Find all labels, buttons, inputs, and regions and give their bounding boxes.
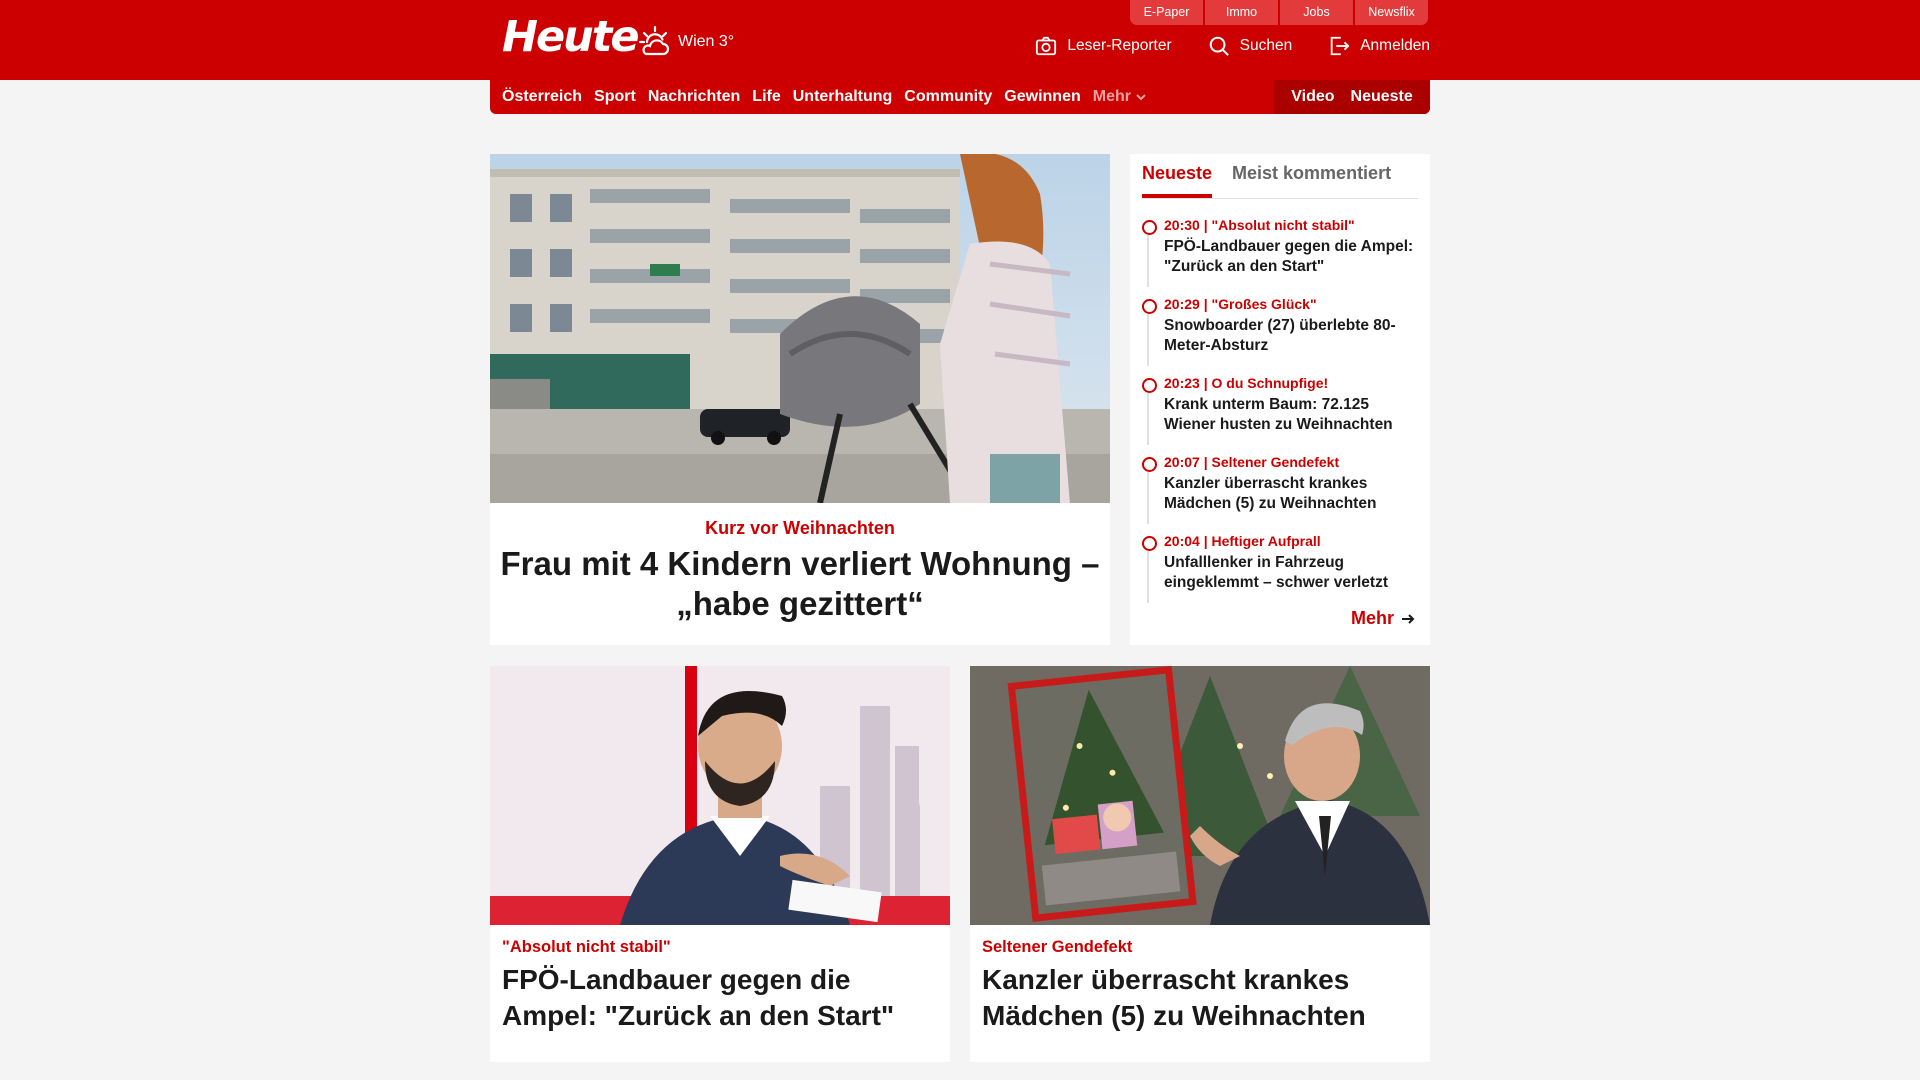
nav-item-gewinnen[interactable]: Gewinnen bbox=[1004, 88, 1080, 106]
article-card[interactable]: Seltener Gendefekt Kanzler überrascht kr… bbox=[970, 666, 1430, 1062]
search-button[interactable]: Suchen bbox=[1208, 35, 1293, 57]
latest-news-box: Neueste Meist kommentiert 20:30 | "Absol… bbox=[1130, 154, 1430, 645]
leser-reporter-button[interactable]: Leser-Reporter bbox=[1035, 35, 1172, 57]
ticker-meta: 20:29 | "Großes Glück" bbox=[1164, 296, 1317, 312]
nav-categories: Österreich Sport Nachrichten Life Unterh… bbox=[502, 80, 1147, 114]
login-button[interactable]: Anmelden bbox=[1328, 35, 1430, 57]
site-header: Heute Wien 3° E-Paper Immo Jobs Newsflix bbox=[0, 0, 1920, 80]
ticker-item[interactable]: 20:07 | Seltener Gendefekt Kanzler überr… bbox=[1142, 453, 1422, 532]
hero-image[interactable] bbox=[490, 154, 1110, 503]
nav-newest[interactable]: Neueste bbox=[1351, 88, 1413, 106]
login-icon bbox=[1328, 35, 1350, 57]
leser-reporter-label: Leser-Reporter bbox=[1067, 37, 1172, 54]
news-ticker: 20:30 | "Absolut nicht stabil" FPÖ-Landb… bbox=[1142, 216, 1422, 611]
arrow-right-icon bbox=[1400, 611, 1416, 627]
service-epaper[interactable]: E-Paper bbox=[1130, 0, 1203, 25]
ticker-meta: 20:30 | "Absolut nicht stabil" bbox=[1164, 217, 1355, 233]
more-news-link[interactable]: Mehr bbox=[1351, 608, 1416, 629]
article-image[interactable] bbox=[490, 666, 950, 925]
nav-more-label: Mehr bbox=[1092, 88, 1131, 105]
article-headline[interactable]: FPÖ-Landbauer gegen die Ampel: "Zurück a… bbox=[502, 962, 938, 1034]
main-nav: Österreich Sport Nachrichten Life Unterh… bbox=[490, 80, 1430, 114]
ticker-meta: 20:07 | Seltener Gendefekt bbox=[1164, 454, 1340, 470]
nav-item-oesterreich[interactable]: Österreich bbox=[502, 88, 582, 106]
ticker-title: Unfalllenker in Fahrzeug eingeklemmt – s… bbox=[1164, 554, 1388, 591]
more-label: Mehr bbox=[1350, 608, 1394, 628]
nav-more-dropdown[interactable]: Mehr bbox=[1093, 88, 1147, 106]
nav-item-community[interactable]: Community bbox=[904, 88, 992, 106]
service-bar: E-Paper Immo Jobs Newsflix bbox=[1130, 0, 1428, 25]
service-immo[interactable]: Immo bbox=[1205, 0, 1278, 25]
article-kicker: Seltener Gendefekt bbox=[982, 938, 1133, 956]
hero-kicker: Kurz vor Weihnachten bbox=[705, 518, 895, 538]
search-label: Suchen bbox=[1239, 37, 1293, 54]
ticker-title: Krank unterm Baum: 72.125 Wiener husten … bbox=[1164, 396, 1393, 433]
ticker-meta: 20:04 | Heftiger Aufprall bbox=[1164, 533, 1321, 549]
ticker-title: Kanzler überrascht krankes Mädchen (5) z… bbox=[1164, 475, 1377, 512]
site-logo[interactable]: Heute bbox=[502, 13, 639, 61]
service-newsflix[interactable]: Newsflix bbox=[1355, 0, 1428, 25]
latest-tabs: Neueste Meist kommentiert bbox=[1142, 154, 1418, 199]
article-card[interactable]: "Absolut nicht stabil" FPÖ-Landbauer geg… bbox=[490, 666, 950, 1062]
nav-item-sport[interactable]: Sport bbox=[594, 88, 636, 106]
nav-item-life[interactable]: Life bbox=[752, 88, 780, 106]
chevron-down-icon bbox=[1135, 91, 1147, 103]
ticker-item[interactable]: 20:04 | Heftiger Aufprall Unfalllenker i… bbox=[1142, 532, 1422, 611]
hero-headline[interactable]: Frau mit 4 Kindern verliert Wohnung – „h… bbox=[500, 544, 1100, 624]
search-icon bbox=[1208, 35, 1230, 57]
weather-widget[interactable]: Wien 3° bbox=[638, 24, 734, 60]
ticker-item[interactable]: 20:30 | "Absolut nicht stabil" FPÖ-Landb… bbox=[1142, 216, 1422, 295]
login-label: Anmelden bbox=[1360, 37, 1430, 54]
weather-label: Wien 3° bbox=[678, 33, 735, 50]
ticker-item[interactable]: 20:29 | "Großes Glück" Snowboarder (27) … bbox=[1142, 295, 1422, 374]
nav-video[interactable]: Video bbox=[1291, 88, 1334, 106]
nav-item-nachrichten[interactable]: Nachrichten bbox=[648, 88, 740, 106]
nav-item-unterhaltung[interactable]: Unterhaltung bbox=[793, 88, 893, 106]
weather-cloud-sun-icon bbox=[638, 25, 672, 59]
article-image[interactable] bbox=[970, 666, 1430, 925]
tab-meist-kommentiert[interactable]: Meist kommentiert bbox=[1232, 163, 1391, 198]
ticker-item[interactable]: 20:23 | O du Schnupfige! Krank unterm Ba… bbox=[1142, 374, 1422, 453]
ticker-meta: 20:23 | O du Schnupfige! bbox=[1164, 375, 1329, 391]
nav-highlights: Video Neueste bbox=[1274, 80, 1430, 114]
article-headline[interactable]: Kanzler überrascht krankes Mädchen (5) z… bbox=[982, 962, 1418, 1034]
service-jobs[interactable]: Jobs bbox=[1280, 0, 1353, 25]
tab-neueste[interactable]: Neueste bbox=[1142, 163, 1213, 198]
camera-icon bbox=[1035, 35, 1057, 57]
header-actions: Leser-Reporter Suchen Anmelden bbox=[1035, 34, 1430, 58]
article-kicker: "Absolut nicht stabil" bbox=[502, 938, 671, 956]
ticker-title: FPÖ-Landbauer gegen die Ampel: "Zurück a… bbox=[1164, 238, 1414, 275]
ticker-title: Snowboarder (27) überlebte 80-Meter-Abst… bbox=[1164, 317, 1396, 354]
hero-article[interactable]: Kurz vor Weihnachten Frau mit 4 Kindern … bbox=[490, 154, 1110, 645]
